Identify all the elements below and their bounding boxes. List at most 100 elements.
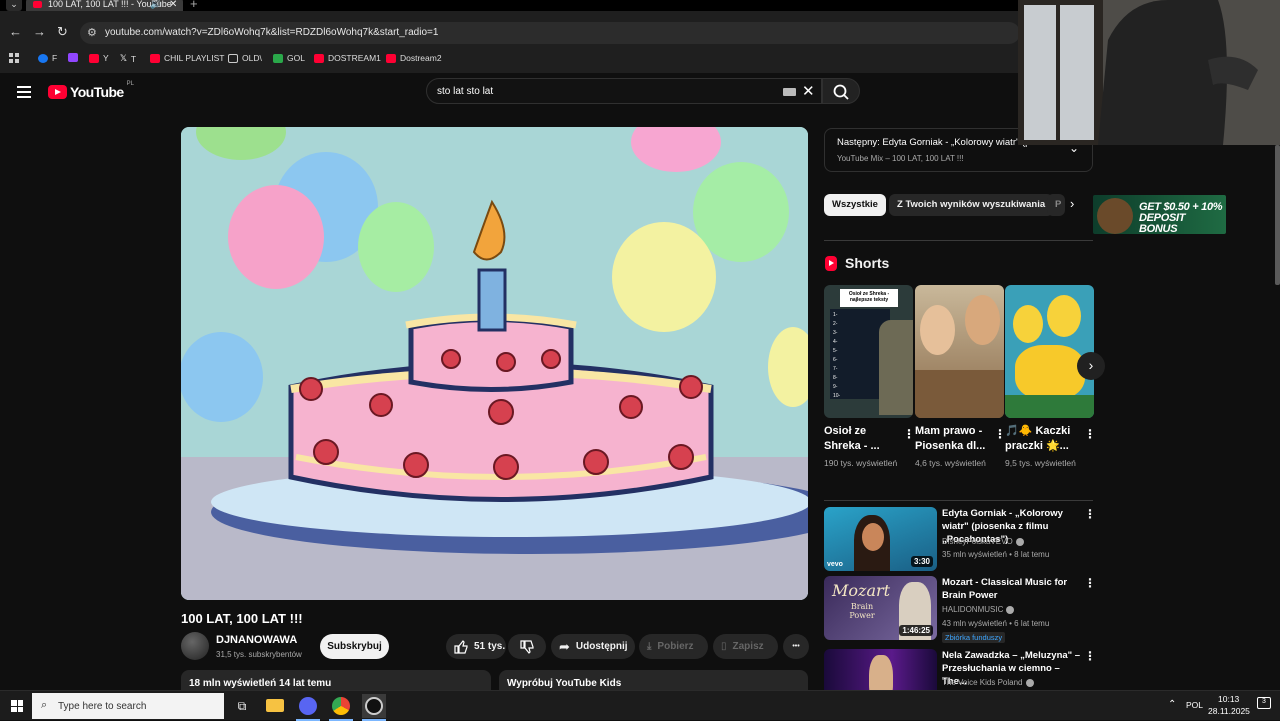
youtube-favicon-icon — [33, 1, 42, 8]
recommended-video[interactable]: vevo 3:30 Edyta Gorniak - „Kolorowy wiat… — [824, 507, 1096, 571]
short-item[interactable]: 🎵🐥 Kaczki praczki 🌟... 9,5 tys. wyświetl… — [1005, 285, 1096, 468]
keyboard-icon[interactable] — [783, 88, 796, 96]
thumbs-up-icon — [454, 639, 468, 654]
chrome-icon[interactable] — [329, 694, 353, 718]
birthday-cake-image — [181, 127, 808, 600]
verified-icon — [1025, 678, 1034, 687]
tab-active[interactable]: 100 LAT, 100 LAT !!! - YouTube 🔊 ✕ — [26, 0, 183, 11]
back-button[interactable]: ← — [9, 24, 22, 39]
subscribe-button[interactable]: Subskrybuj — [320, 634, 389, 659]
apps-grid-icon[interactable] — [9, 53, 19, 63]
more-actions-button[interactable]: ••• — [783, 634, 809, 659]
webcam-overlay — [1018, 0, 1280, 145]
channel-name[interactable]: DJNANOWAWA — [216, 634, 297, 646]
magnifier-icon: ⌕ — [41, 699, 48, 711]
new-tab-button[interactable]: + — [190, 0, 198, 11]
youtube-icon — [386, 53, 396, 63]
bookmark-dostream2[interactable]: Dostream2 — [386, 53, 442, 63]
short-thumbnail[interactable] — [1005, 285, 1094, 418]
bookmark-old[interactable]: OLD\ — [228, 53, 262, 63]
address-bar[interactable]: ⚙ youtube.com/watch?v=ZDl6oWohq7k&list=R… — [80, 22, 1020, 44]
divider — [824, 240, 1093, 241]
tray-chevron-icon[interactable]: ⌃ — [1168, 699, 1176, 710]
more-options-icon[interactable]: ⋮ — [1084, 427, 1096, 441]
bookmark-chil-playlist[interactable]: CHIL PLAYLIST — [150, 53, 224, 63]
search-query[interactable]: sto lat sto lat — [437, 86, 493, 97]
clock-date[interactable]: 28.11.2025 — [1208, 706, 1250, 716]
recommended-video[interactable]: Mozart Brain Power 1:46:25 Mozart - Clas… — [824, 576, 1096, 643]
chip-from-search[interactable]: Z Twoich wyników wyszukiwania — [889, 194, 1054, 216]
more-options-icon[interactable]: ⋮ — [903, 427, 915, 441]
close-tab-icon[interactable]: ✕ — [169, 0, 177, 11]
page-scrollbar[interactable] — [1275, 145, 1280, 285]
windows-start-icon[interactable] — [11, 700, 23, 712]
chevron-right-icon[interactable]: › — [1070, 196, 1074, 211]
webcam-feed-image — [1018, 0, 1280, 145]
site-info-icon[interactable]: ⚙ — [87, 26, 97, 39]
shorts-icon — [825, 255, 837, 271]
forward-button[interactable]: → — [33, 24, 46, 39]
speaker-icon[interactable]: 🔊 — [150, 0, 161, 11]
save-button[interactable]: ▯ Zapisz — [713, 634, 778, 659]
taskbar-search[interactable]: ⌕ Type here to search — [32, 693, 224, 719]
chip-more[interactable]: P — [1047, 194, 1065, 216]
casino-ad-banner[interactable]: GET $0.50 + 10% DEPOSIT BONUS — [1093, 195, 1226, 234]
video-thumbnail[interactable]: Mozart Brain Power 1:46:25 — [824, 576, 937, 640]
verified-icon — [1015, 537, 1024, 546]
thumbs-down-icon — [520, 639, 534, 654]
discord-icon[interactable] — [296, 694, 320, 718]
clock-time[interactable]: 10:13 — [1218, 694, 1239, 704]
shorts-header: Shorts — [825, 255, 889, 271]
url-text[interactable]: youtube.com/watch?v=ZDl6oWohq7k&list=RDZ… — [105, 27, 438, 38]
mix-name: YouTube Mix – 100 LAT, 100 LAT !!! — [837, 154, 964, 163]
search-input[interactable]: sto lat sto lat ✕ — [426, 78, 822, 104]
language-indicator[interactable]: POL — [1186, 700, 1203, 710]
short-item[interactable]: Mam prawo - Piosenka dl... 4,6 tys. wyśw… — [915, 285, 1006, 468]
share-button[interactable]: ➦ Udostępnij — [551, 634, 635, 659]
obs-icon[interactable] — [362, 694, 386, 718]
bookmarks-bar: F Y 𝕏T CHIL PLAYLIST OLD\ GOL DOSTREAM1 … — [0, 50, 1020, 68]
bookmark-gol[interactable]: GOL — [273, 53, 305, 63]
bookmark-icon: ▯ — [721, 641, 727, 652]
video-thumbnail[interactable]: vevo 3:30 — [824, 507, 937, 571]
download-icon: ⤓ — [647, 641, 652, 652]
youtube-icon — [314, 53, 324, 63]
gol-icon — [273, 53, 283, 63]
file-explorer-icon[interactable] — [263, 694, 287, 718]
more-options-icon[interactable]: ⋮ — [1084, 576, 1096, 590]
dislike-button[interactable] — [508, 634, 546, 659]
bookmark-y[interactable]: Y — [89, 53, 109, 63]
youtube-icon — [89, 53, 99, 63]
chip-all[interactable]: Wszystkie — [824, 194, 886, 216]
shorts-next-arrow-icon[interactable]: › — [1077, 352, 1105, 380]
windows-taskbar: ⌕ Type here to search ⧉ ⌃ POL 10:13 28.1… — [0, 690, 1280, 721]
bookmark-dostream1[interactable]: DOSTREAM1 — [314, 53, 381, 63]
task-view-icon[interactable]: ⧉ — [230, 694, 254, 718]
reload-button[interactable]: ↻ — [57, 24, 68, 40]
recommended-video[interactable]: Nela Zawadzka – „Meluzyna" – Przesłuchan… — [824, 649, 1094, 690]
menu-icon[interactable] — [17, 86, 31, 98]
search-button[interactable] — [822, 78, 860, 104]
short-thumbnail[interactable]: Osioł ze Shreka - najlepsze teksty 1- 2-… — [824, 285, 913, 418]
channel-avatar[interactable] — [181, 632, 209, 660]
twitch-icon — [68, 53, 78, 62]
youtube-logo[interactable]: YouTube PL — [48, 81, 134, 100]
bookmark-f[interactable]: F — [38, 53, 57, 63]
download-button[interactable]: ⤓ Pobierz — [639, 634, 708, 659]
video-thumbnail[interactable] — [824, 649, 937, 690]
tab-search-button[interactable]: ⌄ — [6, 0, 22, 11]
short-thumbnail[interactable] — [915, 285, 1004, 418]
more-options-icon[interactable]: ⋮ — [1084, 649, 1094, 663]
like-button[interactable]: 51 tys. — [446, 634, 506, 659]
bookmark-twitch[interactable] — [68, 53, 78, 62]
search-icon — [833, 84, 849, 100]
video-player[interactable] — [181, 127, 808, 600]
ad-figure-image — [1097, 198, 1133, 234]
more-options-icon[interactable]: ⋮ — [1084, 507, 1096, 521]
youtube-icon — [150, 53, 160, 63]
clear-search-icon[interactable]: ✕ — [802, 82, 815, 100]
short-item[interactable]: Osioł ze Shreka - najlepsze teksty 1- 2-… — [824, 285, 915, 468]
bookmark-t[interactable]: 𝕏T — [120, 53, 136, 64]
verified-icon — [1006, 605, 1015, 614]
notification-icon[interactable]: 3 — [1257, 697, 1271, 709]
